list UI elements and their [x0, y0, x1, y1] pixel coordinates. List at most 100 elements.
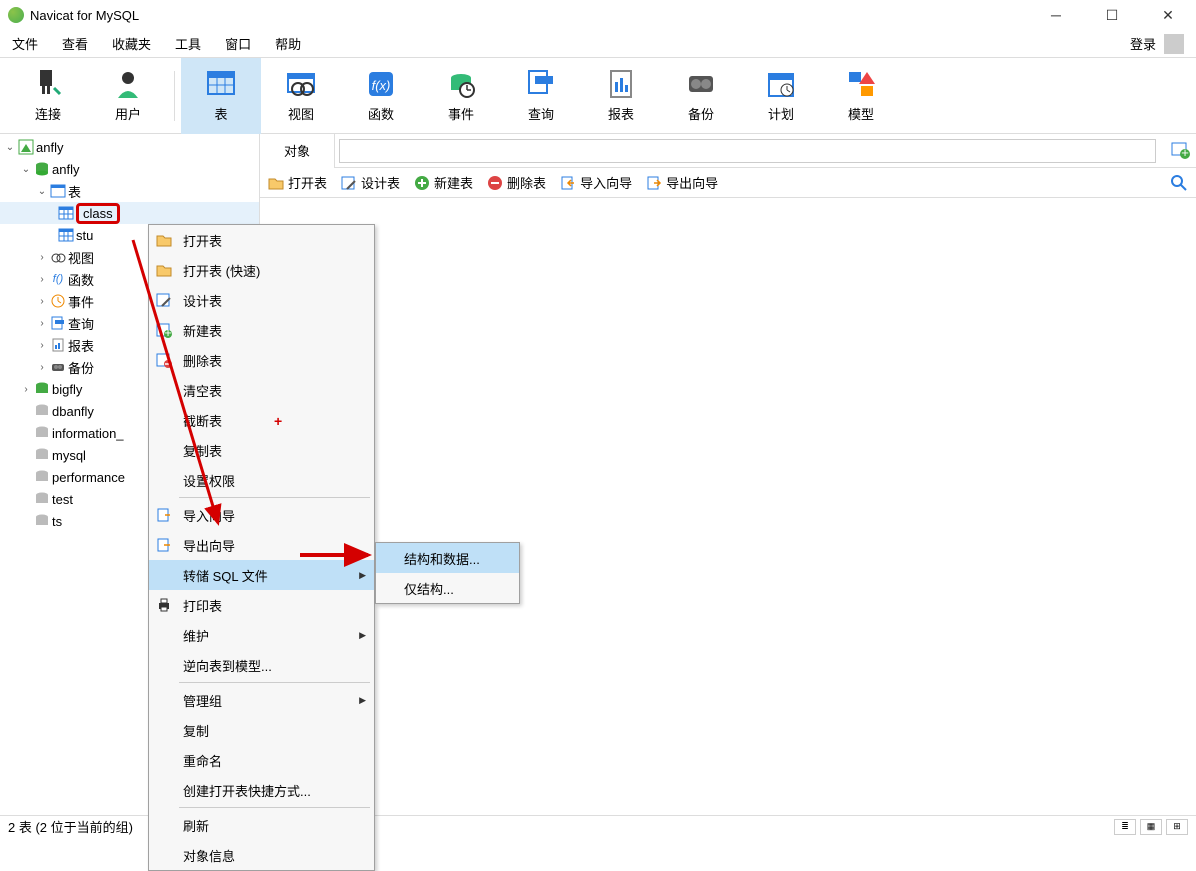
svg-text:+: + [1181, 145, 1189, 160]
maximize-button[interactable] [1096, 7, 1128, 24]
object-tab[interactable]: 对象 [260, 134, 335, 168]
view-grid-button[interactable]: ⊞ [1166, 819, 1188, 835]
menu-favorites[interactable]: 收藏夹 [112, 34, 151, 53]
ctx-shortcut[interactable]: 创建打开表快捷方式... [149, 775, 374, 805]
user-avatar-icon[interactable] [1164, 34, 1184, 54]
toolbar-model[interactable]: 模型 [821, 58, 901, 134]
expand-icon[interactable]: › [36, 274, 48, 285]
ctx-label: 打开表 [183, 231, 222, 250]
ctx-open-fast[interactable]: 打开表 (快速) [149, 255, 374, 285]
ctx-empty[interactable]: 清空表 [149, 375, 374, 405]
collapse-icon[interactable]: ⌄ [20, 164, 32, 175]
menu-bar: 文件 查看 收藏夹 工具 窗口 帮助 登录 [0, 30, 1196, 58]
login-link[interactable]: 登录 [1130, 34, 1156, 53]
ctx-label: 复制 [183, 721, 209, 740]
tree-label: 函数 [68, 270, 94, 289]
design-icon [155, 291, 173, 309]
menu-window[interactable]: 窗口 [225, 34, 251, 53]
open-icon [155, 231, 173, 249]
action-import-wizard[interactable]: 导入向导 [560, 173, 632, 192]
ctx-open-table[interactable]: 打开表 [149, 225, 374, 255]
database-off-icon [34, 403, 50, 419]
ctx-design[interactable]: 设计表 [149, 285, 374, 315]
submenu-structure-data[interactable]: 结构和数据... [376, 543, 519, 573]
menu-help[interactable]: 帮助 [275, 34, 301, 53]
toolbar-separator [174, 71, 175, 121]
toolbar-view[interactable]: 视图 [261, 58, 341, 134]
menu-file[interactable]: 文件 [12, 34, 38, 53]
toolbar-connect[interactable]: 连接 [8, 58, 88, 134]
ctx-label: 刷新 [183, 816, 209, 835]
ctx-copy[interactable]: 复制 [149, 715, 374, 745]
expand-icon[interactable]: › [36, 318, 48, 329]
action-delete-table[interactable]: 删除表 [487, 173, 546, 192]
menu-tools[interactable]: 工具 [175, 34, 201, 53]
toolbar-query[interactable]: 查询 [501, 58, 581, 134]
ctx-object-info[interactable]: 对象信息 [149, 840, 374, 870]
view-detail-button[interactable]: ▦ [1140, 819, 1162, 835]
toolbar-report-label: 报表 [608, 104, 634, 123]
expand-icon[interactable]: › [36, 296, 48, 307]
ctx-delete[interactable]: 删除表 [149, 345, 374, 375]
toolbar-plan-label: 计划 [768, 104, 794, 123]
toolbar-connect-label: 连接 [35, 104, 61, 123]
tree-database[interactable]: ⌄ anfly [0, 158, 259, 180]
ctx-label: 创建打开表快捷方式... [183, 781, 311, 800]
search-button[interactable] [1170, 174, 1188, 192]
ctx-import[interactable]: 导入向导 [149, 500, 374, 530]
ctx-reverse-model[interactable]: 逆向表到模型... [149, 650, 374, 680]
ctx-maintain[interactable]: 维护 [149, 620, 374, 650]
close-button[interactable] [1152, 7, 1184, 24]
tree-connection[interactable]: ⌄ anfly [0, 136, 259, 158]
ctx-label: 转储 SQL 文件 [183, 566, 268, 585]
database-off-icon [34, 425, 50, 441]
menu-view[interactable]: 查看 [62, 34, 88, 53]
cursor-plus-icon: + [274, 413, 282, 429]
expand-icon[interactable]: › [36, 362, 48, 373]
submenu-label: 仅结构... [404, 579, 454, 598]
ctx-label: 逆向表到模型... [183, 656, 272, 675]
action-open-table[interactable]: 打开表 [268, 173, 327, 192]
action-new-table[interactable]: 新建表 [414, 173, 473, 192]
expand-icon[interactable]: › [20, 384, 32, 395]
action-design-table[interactable]: 设计表 [341, 173, 400, 192]
ctx-label: 维护 [183, 626, 209, 645]
ctx-dump-sql[interactable]: 转储 SQL 文件 [149, 560, 374, 590]
collapse-icon[interactable]: ⌄ [4, 142, 16, 153]
ctx-truncate[interactable]: 截断表 [149, 405, 374, 435]
collapse-icon[interactable]: ⌄ [36, 186, 48, 197]
toolbar-plan[interactable]: 计划 [741, 58, 821, 134]
tree-label: anfly [52, 162, 79, 177]
toolbar-event[interactable]: 事件 [421, 58, 501, 134]
ctx-refresh[interactable]: 刷新 [149, 810, 374, 840]
toolbar-view-label: 视图 [288, 104, 314, 123]
delete-icon [155, 351, 173, 369]
ctx-rename[interactable]: 重命名 [149, 745, 374, 775]
tree-tables-node[interactable]: ⌄ 表 [0, 180, 259, 202]
ctx-permissions[interactable]: 设置权限 [149, 465, 374, 495]
event-node-icon [50, 293, 66, 309]
tree-label: 备份 [68, 358, 94, 377]
minimize-button[interactable] [1040, 7, 1072, 24]
app-icon [8, 7, 24, 23]
toolbar-table[interactable]: 表 [181, 58, 261, 134]
new-tab-button[interactable]: + [1170, 140, 1190, 160]
ctx-copy-table[interactable]: 复制表 [149, 435, 374, 465]
toolbar-report[interactable]: 报表 [581, 58, 661, 134]
expand-icon[interactable]: › [36, 252, 48, 263]
toolbar-backup[interactable]: 备份 [661, 58, 741, 134]
toolbar-function[interactable]: f(x) 函数 [341, 58, 421, 134]
view-list-button[interactable]: ≣ [1114, 819, 1136, 835]
ctx-export[interactable]: 导出向导 [149, 530, 374, 560]
connection-icon [18, 139, 34, 155]
tree-table-class[interactable]: class [0, 202, 259, 224]
ctx-manage-group[interactable]: 管理组 [149, 685, 374, 715]
tree-label: dbanfly [52, 404, 94, 419]
tab-search-area[interactable] [339, 139, 1156, 163]
action-export-wizard[interactable]: 导出向导 [646, 173, 718, 192]
ctx-print[interactable]: 打印表 [149, 590, 374, 620]
submenu-structure-only[interactable]: 仅结构... [376, 573, 519, 603]
ctx-new[interactable]: +新建表 [149, 315, 374, 345]
toolbar-user[interactable]: 用户 [88, 58, 168, 134]
expand-icon[interactable]: › [36, 340, 48, 351]
